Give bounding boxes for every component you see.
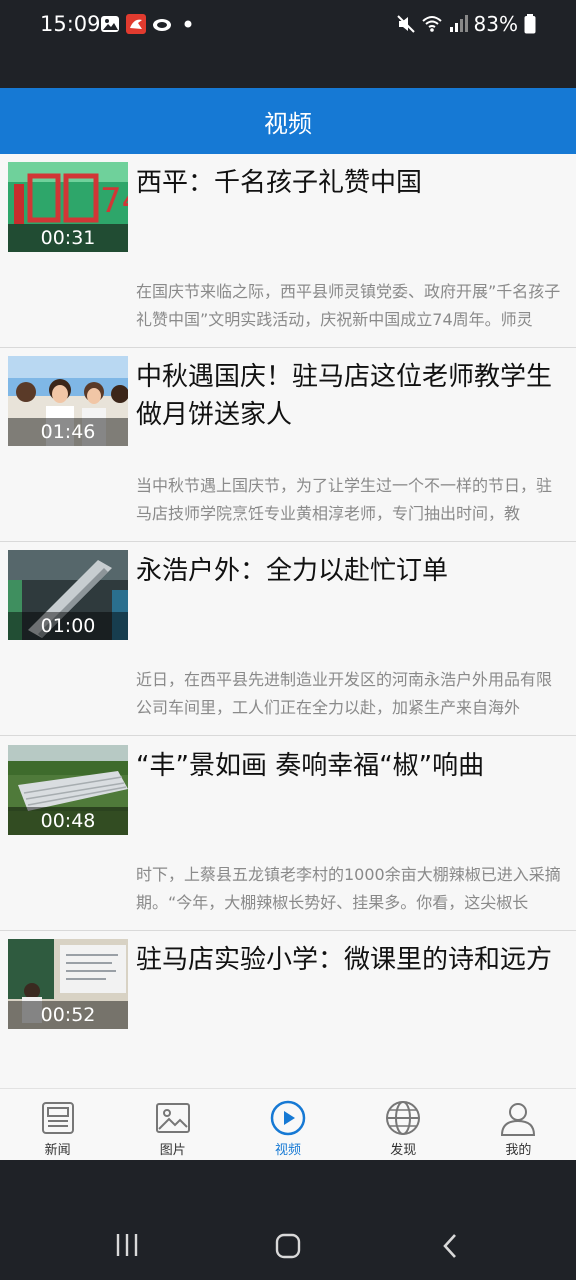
video-summary: [136, 1055, 562, 1088]
video-title[interactable]: 永浩户外：全力以赴忙订单: [136, 552, 566, 590]
home-button[interactable]: [274, 1232, 302, 1260]
video-duration: 00:31: [40, 227, 96, 249]
video-thumbnail[interactable]: 01:46: [8, 356, 128, 446]
tab-news[interactable]: 新闻: [0, 1089, 115, 1160]
news-icon: [41, 1102, 74, 1134]
video-title[interactable]: 西平：千名孩子礼赞中国: [136, 164, 566, 202]
page-title: 视频: [264, 109, 312, 138]
tab-label: 我的: [505, 1143, 532, 1158]
video-item[interactable]: 00:52 驻马店实验小学：微课里的诗和远方: [0, 931, 576, 1088]
tab-label: 图片: [159, 1143, 186, 1158]
video-summary: 近日，在西平县先进制造业开发区的河南永浩户外用品有限公司车间里，工人们正在全力以…: [136, 670, 553, 717]
cloud-icon: [153, 19, 171, 31]
video-title[interactable]: “丰”景如画 奏响幸福“椒”响曲: [136, 747, 566, 785]
video-duration: 00:48: [40, 810, 96, 832]
title-bar: 视频: [0, 88, 576, 154]
tab-label: 发现: [390, 1143, 417, 1158]
video-play-icon: [270, 1100, 306, 1136]
video-thumbnail[interactable]: 00:52: [8, 939, 128, 1029]
status-bar: 15:09 83%: [0, 0, 576, 88]
video-list[interactable]: 74 00:31 西平：千名孩子礼赞中国 在国庆节来临之际，西平县师灵镇党委、政…: [0, 154, 576, 1088]
status-left-icons: [100, 14, 198, 34]
video-duration: 01:46: [40, 421, 96, 443]
video-thumbnail[interactable]: 00:48: [8, 745, 128, 835]
bottom-tab-bar: 新闻 图片 视频 发现 我的: [0, 1088, 576, 1160]
tab-discover[interactable]: 发现: [346, 1089, 461, 1160]
globe-icon: [386, 1101, 421, 1135]
video-thumbnail[interactable]: 01:00: [8, 550, 128, 640]
back-button[interactable]: [440, 1232, 460, 1260]
video-summary: 在国庆节来临之际，西平县师灵镇党委、政府开展”千名孩子礼赞中国”文明实践活动，庆…: [136, 282, 561, 329]
video-title[interactable]: 驻马店实验小学：微课里的诗和远方: [136, 941, 566, 979]
video-thumbnail[interactable]: 74 00:31: [8, 162, 128, 252]
tab-video[interactable]: 视频: [230, 1089, 345, 1160]
tab-label: 新闻: [44, 1143, 71, 1158]
tab-pictures[interactable]: 图片: [115, 1089, 230, 1160]
video-item[interactable]: 74 00:31 西平：千名孩子礼赞中国 在国庆节来临之际，西平县师灵镇党委、政…: [0, 154, 576, 348]
video-item[interactable]: 01:46 中秋遇国庆！驻马店这位老师教学生做月饼送家人 当中秋节遇上国庆节，为…: [0, 348, 576, 542]
signal-icon: [449, 15, 468, 32]
video-item[interactable]: 00:48 “丰”景如画 奏响幸福“椒”响曲 时下，上蔡县五龙镇老李村的1000…: [0, 737, 576, 931]
video-item[interactable]: 01:00 永浩户外：全力以赴忙订单 近日，在西平县先进制造业开发区的河南永浩户…: [0, 542, 576, 736]
dot-icon: [184, 20, 192, 28]
gallery-icon: [101, 16, 119, 32]
video-duration: 01:00: [40, 615, 96, 637]
tab-label: 视频: [275, 1143, 302, 1158]
battery-percent: 83%: [473, 12, 518, 36]
tab-me[interactable]: 我的: [461, 1089, 576, 1160]
video-title[interactable]: 中秋遇国庆！驻马店这位老师教学生做月饼送家人: [136, 358, 566, 434]
system-nav-bar: [0, 1160, 576, 1280]
recents-button[interactable]: [114, 1232, 140, 1258]
status-time: 15:09: [40, 12, 101, 36]
app-icon: [126, 14, 146, 34]
video-summary: 当中秋节遇上国庆节，为了让学生过一个不一样的节日，驻马店技师学院烹饪专业黄相淳老…: [136, 476, 553, 523]
battery-icon: [524, 14, 536, 34]
video-duration: 00:52: [40, 1004, 96, 1026]
mute-icon: [396, 15, 415, 33]
wifi-icon: [421, 16, 442, 32]
video-summary: 时下，上蔡县五龙镇老李村的1000余亩大棚辣椒已进入采摘期。“今年，大棚辣椒长势…: [136, 865, 561, 912]
user-icon: [501, 1103, 536, 1136]
svg-text:74: 74: [100, 181, 128, 221]
picture-icon: [155, 1103, 190, 1133]
status-right: 83%: [396, 10, 536, 38]
